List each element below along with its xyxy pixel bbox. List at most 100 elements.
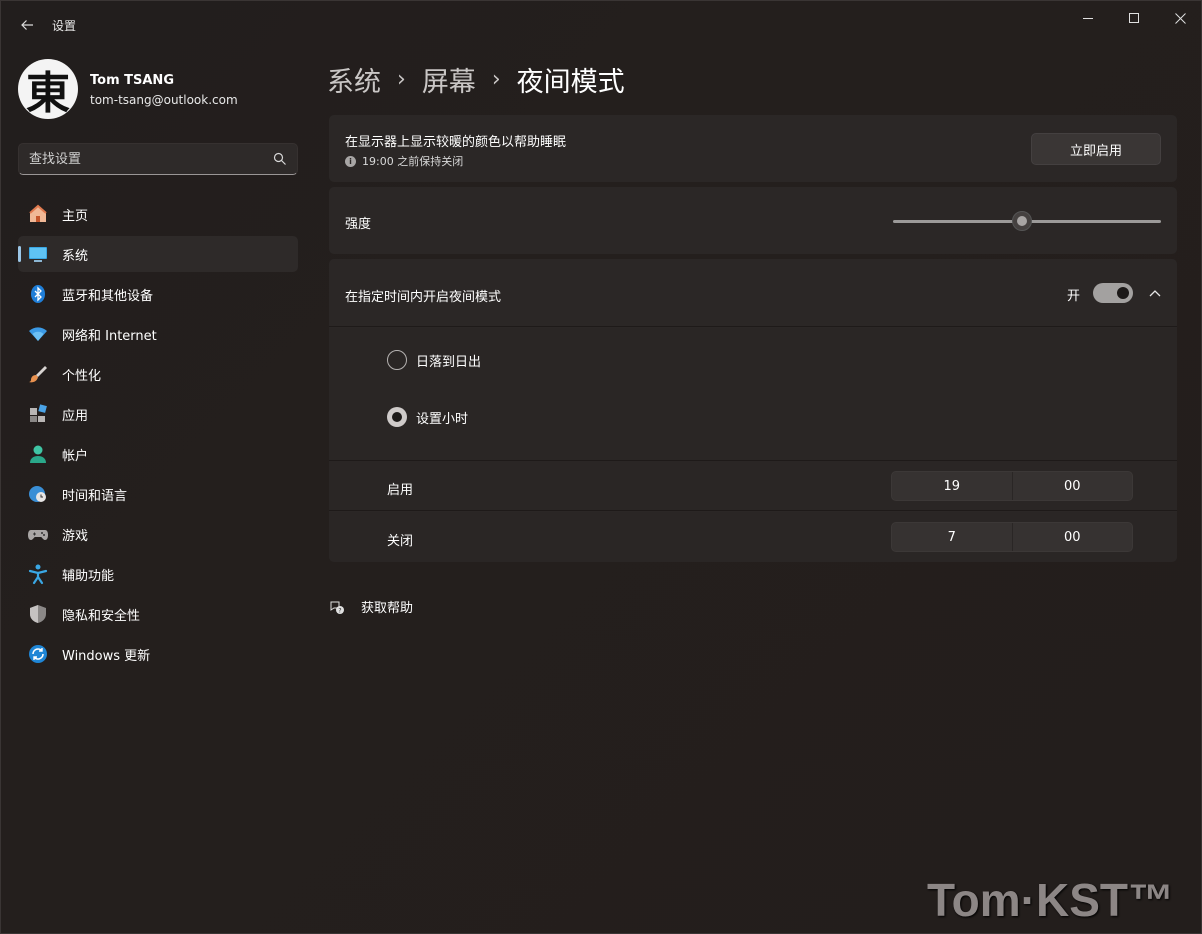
home-icon bbox=[27, 203, 49, 225]
minimize-button[interactable] bbox=[1065, 1, 1111, 35]
turn-off-label: 关闭 bbox=[387, 534, 414, 549]
close-icon bbox=[1174, 12, 1186, 24]
wifi-icon bbox=[27, 323, 49, 345]
search-box bbox=[18, 143, 298, 175]
maximize-button[interactable] bbox=[1111, 1, 1157, 35]
schedule-label: 在指定时间内开启夜间模式 bbox=[345, 290, 502, 305]
help-chat-icon: ? bbox=[330, 601, 344, 614]
radio-label: 设置小时 bbox=[416, 411, 469, 427]
sidebar-item-label: 个性化 bbox=[62, 368, 102, 384]
gamepad-icon bbox=[27, 523, 49, 545]
radio-button-checked[interactable] bbox=[387, 407, 407, 427]
app-title: 设置 bbox=[52, 19, 77, 33]
radio-label: 日落到日出 bbox=[416, 354, 482, 370]
schedule-toggle[interactable] bbox=[1093, 283, 1133, 303]
breadcrumb-separator: › bbox=[491, 66, 501, 92]
sidebar-item-time-language[interactable]: 时间和语言 bbox=[18, 476, 298, 512]
sidebar-item-accessibility[interactable]: 辅助功能 bbox=[18, 556, 298, 592]
sidebar-item-apps[interactable]: 应用 bbox=[18, 396, 298, 432]
sidebar-item-privacy[interactable]: 隐私和安全性 bbox=[18, 596, 298, 632]
info-icon: i bbox=[345, 155, 356, 167]
sidebar-item-personalization[interactable]: 个性化 bbox=[18, 356, 298, 392]
update-icon bbox=[27, 643, 49, 665]
user-profile[interactable]: 東 Tom TSANG tom-tsang@outlook.com bbox=[18, 59, 298, 119]
account-icon bbox=[27, 443, 49, 465]
sidebar-item-label: 应用 bbox=[62, 408, 89, 424]
turn-off-time-picker[interactable]: 7 00 bbox=[891, 522, 1133, 552]
sidebar-item-label: 游戏 bbox=[62, 528, 89, 544]
page-title: 夜间模式 bbox=[516, 66, 625, 98]
sidebar-item-bluetooth[interactable]: 蓝牙和其他设备 bbox=[18, 276, 298, 312]
breadcrumb: 系统 › 屏幕 › 夜间模式 bbox=[327, 59, 625, 99]
hour-field[interactable]: 19 bbox=[892, 472, 1012, 500]
chevron-up-icon bbox=[1149, 290, 1161, 297]
maximize-icon bbox=[1129, 13, 1139, 23]
sidebar-item-label: 网络和 Internet bbox=[62, 328, 157, 344]
strength-label: 强度 bbox=[345, 217, 372, 232]
sidebar-item-label: Windows 更新 bbox=[62, 648, 151, 664]
user-name: Tom TSANG bbox=[90, 73, 174, 88]
sidebar-item-gaming[interactable]: 游戏 bbox=[18, 516, 298, 552]
schedule-options: 日落到日出 设置小时 bbox=[329, 328, 1177, 461]
sidebar-nav: 主页 系统 蓝牙和其他设备 网络和 Internet 个性化 应用 帐户 时间和… bbox=[18, 196, 298, 676]
radio-sunset-to-sunrise[interactable]: 日落到日出 bbox=[387, 350, 481, 370]
sidebar-item-label: 主页 bbox=[62, 208, 89, 224]
settings-window: 设置 東 Tom TSANG tom-tsang@outlook.com 主页 bbox=[0, 0, 1202, 934]
turn-on-time-row: 启用 19 00 bbox=[329, 461, 1177, 511]
avatar: 東 bbox=[18, 59, 78, 119]
search-input[interactable] bbox=[19, 144, 259, 174]
collapse-button[interactable] bbox=[1145, 283, 1165, 303]
turn-on-time-picker[interactable]: 19 00 bbox=[891, 471, 1133, 501]
radio-set-hours[interactable]: 设置小时 bbox=[387, 407, 468, 427]
toggle-state-label: 开 bbox=[1067, 289, 1081, 304]
sidebar-item-label: 隐私和安全性 bbox=[62, 608, 141, 624]
user-email: tom-tsang@outlook.com bbox=[90, 93, 238, 107]
back-arrow-icon bbox=[21, 20, 33, 30]
radio-button[interactable] bbox=[387, 350, 407, 370]
breadcrumb-item-system[interactable]: 系统 bbox=[327, 60, 381, 99]
strength-slider[interactable] bbox=[893, 211, 1161, 231]
sidebar-item-home[interactable]: 主页 bbox=[18, 196, 298, 232]
brush-icon bbox=[27, 363, 49, 385]
close-button[interactable] bbox=[1157, 1, 1202, 35]
get-help-link[interactable]: ? 获取帮助 bbox=[329, 597, 413, 616]
avatar-glyph: 東 bbox=[26, 68, 70, 119]
search-icon[interactable] bbox=[273, 152, 287, 166]
enable-now-button[interactable]: 立即启用 bbox=[1031, 133, 1161, 165]
accessibility-icon bbox=[27, 563, 49, 585]
schedule-card: 在指定时间内开启夜间模式 开 日落到日出 设置小时 启用 19 00 关闭 7 … bbox=[329, 259, 1177, 562]
turn-on-label: 启用 bbox=[387, 483, 414, 498]
breadcrumb-item-display[interactable]: 屏幕 bbox=[422, 60, 476, 99]
minute-field[interactable]: 00 bbox=[1011, 523, 1133, 551]
title-bar: 设置 bbox=[1, 1, 1201, 49]
toggle-knob bbox=[1117, 287, 1129, 299]
schedule-header[interactable]: 在指定时间内开启夜间模式 开 bbox=[329, 259, 1177, 327]
slider-thumb[interactable] bbox=[1011, 211, 1032, 231]
sidebar-item-windows-update[interactable]: Windows 更新 bbox=[18, 636, 298, 672]
sidebar-item-label: 时间和语言 bbox=[62, 488, 128, 504]
globe-clock-icon bbox=[27, 483, 49, 505]
night-light-status: i 19:00 之前保持关闭 bbox=[345, 153, 463, 169]
night-light-card: 在显示器上显示较暖的颜色以帮助睡眠 i 19:00 之前保持关闭 立即启用 bbox=[329, 115, 1177, 182]
night-light-title: 在显示器上显示较暖的颜色以帮助睡眠 bbox=[345, 135, 567, 150]
shield-icon bbox=[27, 603, 49, 625]
get-help-label: 获取帮助 bbox=[361, 601, 414, 616]
sidebar-item-network[interactable]: 网络和 Internet bbox=[18, 316, 298, 352]
sidebar-item-system[interactable]: 系统 bbox=[18, 236, 298, 272]
breadcrumb-separator: › bbox=[397, 66, 406, 92]
back-button[interactable] bbox=[13, 11, 41, 39]
svg-text:?: ? bbox=[338, 607, 341, 614]
night-light-status-text: 19:00 之前保持关闭 bbox=[362, 155, 464, 168]
sidebar-item-label: 帐户 bbox=[62, 448, 89, 464]
watermark: Tom·KST™ bbox=[927, 874, 1175, 926]
hour-field[interactable]: 7 bbox=[892, 523, 1012, 551]
minute-field[interactable]: 00 bbox=[1011, 472, 1133, 500]
monitor-icon bbox=[27, 243, 49, 265]
sidebar-item-label: 蓝牙和其他设备 bbox=[62, 288, 154, 304]
minimize-icon bbox=[1083, 17, 1093, 19]
strength-card: 强度 bbox=[329, 187, 1177, 254]
apps-icon bbox=[27, 403, 49, 425]
sidebar-item-accounts[interactable]: 帐户 bbox=[18, 436, 298, 472]
turn-off-time-row: 关闭 7 00 bbox=[329, 512, 1177, 562]
sidebar-item-label: 系统 bbox=[62, 248, 89, 264]
